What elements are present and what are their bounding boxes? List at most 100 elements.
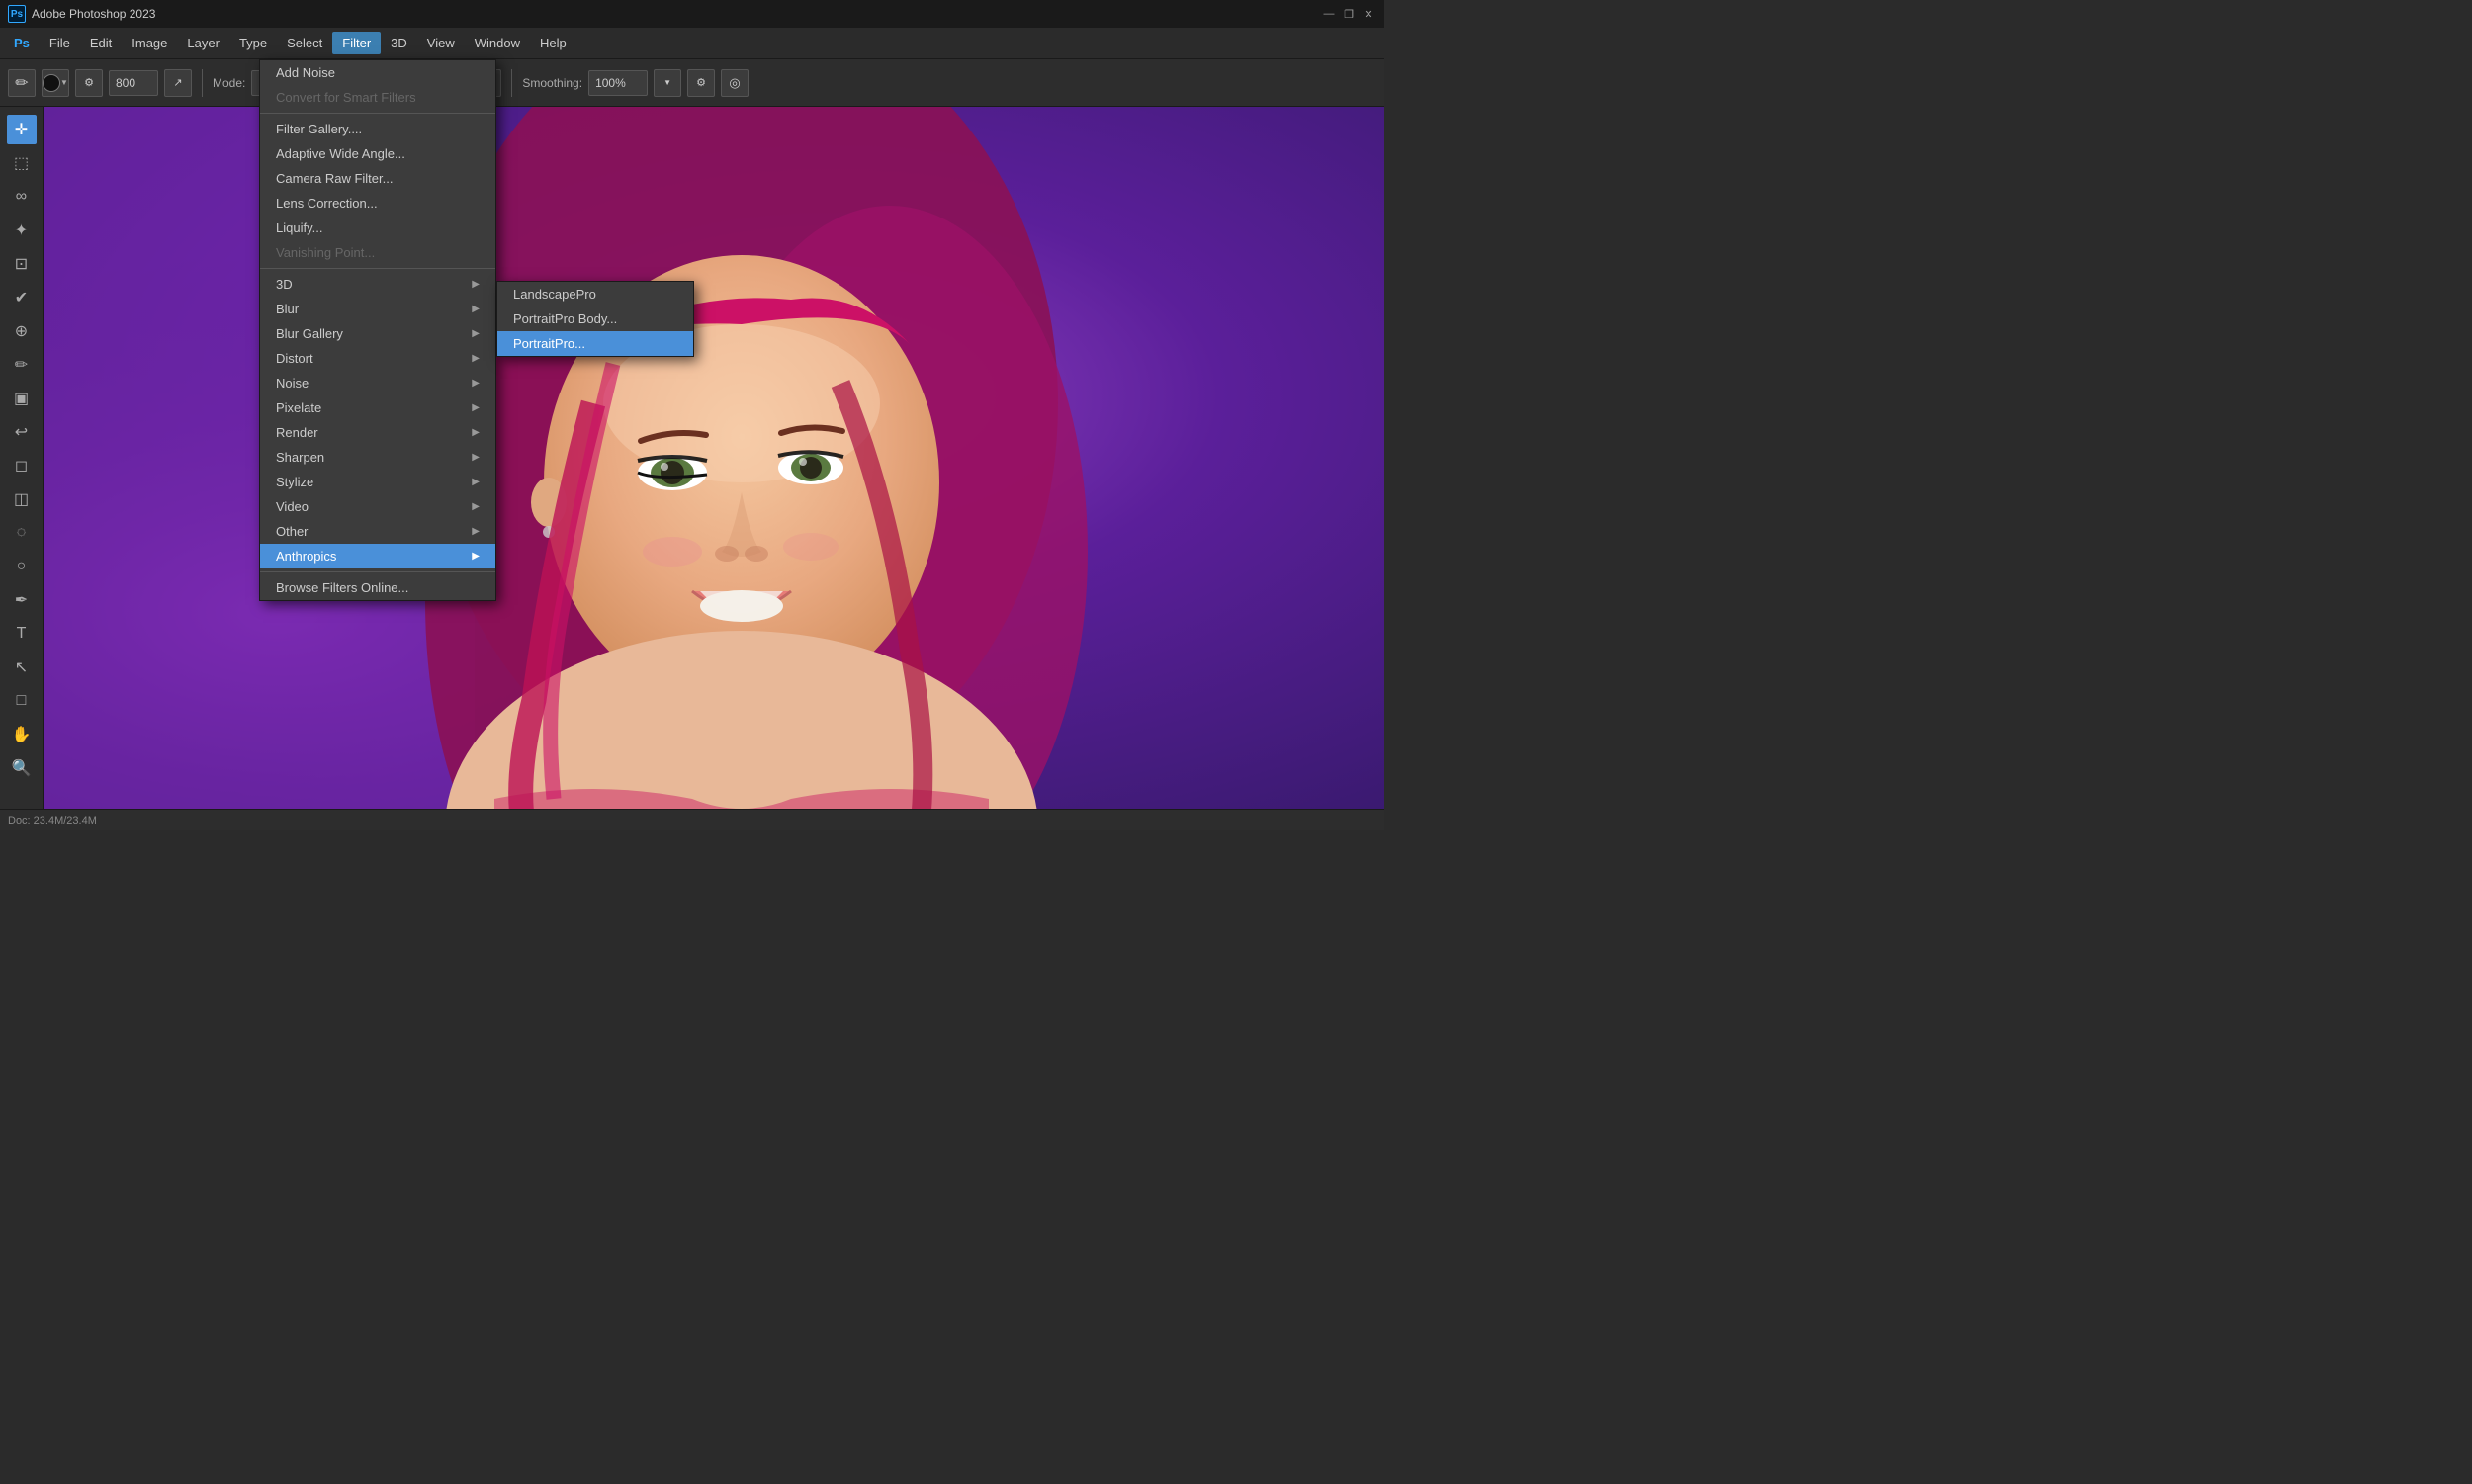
brush-size-input[interactable]: [109, 70, 158, 96]
gradient-tool[interactable]: ◫: [7, 484, 37, 514]
brush-tool[interactable]: ✏: [7, 350, 37, 380]
smoothing-dropdown-btn[interactable]: ▼: [654, 69, 681, 97]
shape-tool[interactable]: □: [7, 686, 37, 716]
menu-help[interactable]: Help: [530, 32, 576, 54]
filter-video[interactable]: Video ▶: [260, 494, 495, 519]
submenu-arrow-noise: ▶: [472, 378, 480, 389]
crop-tool[interactable]: ⊡: [7, 249, 37, 279]
filter-add-noise[interactable]: Add Noise: [260, 60, 495, 85]
title-bar-left: Ps Adobe Photoshop 2023: [8, 5, 155, 23]
clone-stamp-tool[interactable]: ▣: [7, 384, 37, 413]
brush-angle3-btn[interactable]: ◎: [721, 69, 749, 97]
smoothing-input[interactable]: [588, 70, 648, 96]
smoothing-label: Smoothing:: [522, 76, 582, 90]
filter-divider-1: [260, 113, 495, 114]
separator-1: [202, 69, 203, 97]
menu-layer[interactable]: Layer: [177, 32, 229, 54]
filter-noise[interactable]: Noise ▶: [260, 371, 495, 395]
healing-brush-tool[interactable]: ⊕: [7, 316, 37, 346]
filter-render[interactable]: Render ▶: [260, 420, 495, 445]
filter-lens-correction[interactable]: Lens Correction...: [260, 191, 495, 216]
menu-3d[interactable]: 3D: [381, 32, 417, 54]
close-button[interactable]: ✕: [1361, 6, 1376, 22]
canvas-image: [0, 107, 1384, 830]
submenu-arrow-sharpen: ▶: [472, 452, 480, 463]
filter-pixelate[interactable]: Pixelate ▶: [260, 395, 495, 420]
submenu-landscapepro[interactable]: LandscapePro: [497, 282, 693, 306]
portrait-svg: [0, 107, 1384, 830]
brush-settings-btn[interactable]: ⚙: [75, 69, 103, 97]
submenu-portraitpro[interactable]: PortraitPro...: [497, 331, 693, 356]
eraser-tool[interactable]: ◻: [7, 451, 37, 480]
zoom-tool[interactable]: 🔍: [7, 753, 37, 783]
menu-window[interactable]: Window: [465, 32, 530, 54]
mode-label: Mode:: [213, 76, 245, 90]
filter-vanishing-point[interactable]: Vanishing Point...: [260, 240, 495, 265]
left-tools-panel: ✛ ⬚ ∞ ✦ ⊡ ✔ ⊕ ✏ ▣ ↩ ◻ ◫ ◌ ○ ✒ T ↖ □ ✋ 🔍: [0, 107, 44, 830]
window-title: Adobe Photoshop 2023: [32, 7, 155, 21]
maximize-button[interactable]: ❐: [1341, 6, 1357, 22]
menu-type[interactable]: Type: [229, 32, 277, 54]
brush-preview: [43, 74, 60, 92]
filter-stylize[interactable]: Stylize ▶: [260, 470, 495, 494]
brush-dropdown-arrow: ▼: [60, 78, 68, 87]
brush-preset-picker[interactable]: ▼: [42, 69, 69, 97]
filter-divider-3: [260, 571, 495, 572]
dodge-tool[interactable]: ○: [7, 552, 37, 581]
submenu-arrow-render: ▶: [472, 427, 480, 438]
menu-image[interactable]: Image: [122, 32, 177, 54]
status-text: Doc: 23.4M/23.4M: [8, 815, 97, 827]
submenu-arrow-3d: ▶: [472, 279, 480, 290]
filter-anthropics[interactable]: Anthropics ▶: [260, 544, 495, 568]
menu-ps[interactable]: Ps: [4, 32, 40, 54]
filter-dropdown-menu: Add Noise Convert for Smart Filters Filt…: [259, 59, 496, 601]
filter-blur[interactable]: Blur ▶: [260, 297, 495, 321]
filter-distort[interactable]: Distort ▶: [260, 346, 495, 371]
blur-tool[interactable]: ◌: [7, 518, 37, 548]
brush-tool-icon[interactable]: ✏: [8, 69, 36, 97]
marquee-tool[interactable]: ⬚: [7, 148, 37, 178]
filter-liquify[interactable]: Liquify...: [260, 216, 495, 240]
submenu-arrow-blur: ▶: [472, 304, 480, 314]
filter-convert-smart: Convert for Smart Filters: [260, 85, 495, 110]
move-tool[interactable]: ✛: [7, 115, 37, 144]
submenu-portraitpro-body[interactable]: PortraitPro Body...: [497, 306, 693, 331]
submenu-arrow-blur-gallery: ▶: [472, 328, 480, 339]
filter-browse-online[interactable]: Browse Filters Online...: [260, 575, 495, 600]
submenu-arrow-anthropics: ▶: [472, 551, 480, 562]
path-selection-tool[interactable]: ↖: [7, 653, 37, 682]
menu-select[interactable]: Select: [277, 32, 332, 54]
hand-tool[interactable]: ✋: [7, 720, 37, 749]
filter-3d[interactable]: 3D ▶: [260, 272, 495, 297]
lasso-tool[interactable]: ∞: [7, 182, 37, 212]
filter-adaptive-wide-angle[interactable]: Adaptive Wide Angle...: [260, 141, 495, 166]
submenu-arrow-video: ▶: [472, 501, 480, 512]
brush-angle-btn[interactable]: ↗: [164, 69, 192, 97]
history-brush-tool[interactable]: ↩: [7, 417, 37, 447]
filter-sharpen[interactable]: Sharpen ▶: [260, 445, 495, 470]
smoothing-settings-btn[interactable]: ⚙: [687, 69, 715, 97]
magic-wand-tool[interactable]: ✦: [7, 216, 37, 245]
menu-view[interactable]: View: [417, 32, 465, 54]
submenu-arrow-other: ▶: [472, 526, 480, 537]
menu-filter[interactable]: Filter: [332, 32, 381, 54]
filter-blur-gallery[interactable]: Blur Gallery ▶: [260, 321, 495, 346]
anthropics-submenu: LandscapePro PortraitPro Body... Portrai…: [496, 281, 694, 357]
menu-file[interactable]: File: [40, 32, 80, 54]
pen-tool[interactable]: ✒: [7, 585, 37, 615]
filter-camera-raw[interactable]: Camera Raw Filter...: [260, 166, 495, 191]
menu-edit[interactable]: Edit: [80, 32, 122, 54]
filter-other[interactable]: Other ▶: [260, 519, 495, 544]
ps-logo-icon: Ps: [8, 5, 26, 23]
type-tool[interactable]: T: [7, 619, 37, 649]
minimize-button[interactable]: —: [1321, 6, 1337, 22]
status-bar: Doc: 23.4M/23.4M: [0, 809, 1384, 830]
menu-bar: Ps File Edit Image Layer Type Select Fil…: [0, 28, 1384, 59]
filter-gallery[interactable]: Filter Gallery....: [260, 117, 495, 141]
size-group: [109, 70, 158, 96]
canvas-area: [0, 107, 1384, 830]
options-toolbar: ✏ ▼ ⚙ ↗ Mode: Normal Multiply Screen Ove…: [0, 59, 1384, 107]
window-controls: — ❐ ✕: [1321, 6, 1376, 22]
eyedropper-tool[interactable]: ✔: [7, 283, 37, 312]
submenu-arrow-pixelate: ▶: [472, 402, 480, 413]
